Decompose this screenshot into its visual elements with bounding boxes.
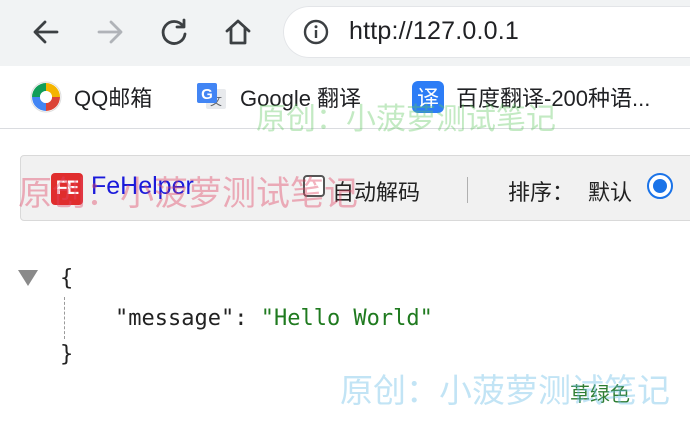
qq-mail-icon [30, 81, 62, 113]
fehelper-title[interactable]: FeHelper [91, 172, 194, 201]
collapse-toggle-icon[interactable] [18, 270, 38, 286]
json-string-value: "Hello World" [260, 306, 433, 331]
auto-decode-checkbox[interactable] [303, 175, 325, 197]
google-translate-icon: 文 G [196, 81, 228, 113]
url-text[interactable]: http://127.0.0.1 [349, 17, 519, 46]
bookmark-label: Google 翻译 [240, 86, 362, 111]
theme-label[interactable]: 草绿色 [570, 378, 630, 407]
baidu-translate-icon: 译 [412, 81, 444, 113]
bookmark-qq-mail[interactable]: QQ邮箱 [30, 80, 152, 114]
arrow-right-icon [97, 20, 123, 44]
address-bar[interactable]: http://127.0.0.1 [283, 6, 690, 58]
fehelper-logo: FE [51, 173, 83, 205]
bookmark-label: 百度翻译-200种语... [456, 86, 651, 111]
arrow-left-icon [33, 20, 59, 44]
toolbar-divider [467, 177, 468, 203]
bookmark-label: QQ邮箱 [74, 86, 153, 111]
json-open-brace: { [60, 266, 74, 291]
indent-guide [64, 297, 65, 339]
auto-decode-label[interactable]: 自动解码 [332, 175, 420, 207]
browser-toolbar: http://127.0.0.1 [0, 0, 690, 66]
sort-label: 排序： [508, 181, 575, 206]
sort-default-label[interactable]: 默认 [588, 175, 632, 207]
json-close-brace: } [60, 342, 74, 367]
json-key: "message" [115, 306, 235, 331]
reload-icon [161, 18, 187, 45]
info-icon[interactable] [303, 19, 329, 45]
home-button[interactable] [220, 14, 256, 50]
json-colon: : [234, 306, 261, 331]
sort-default-radio[interactable] [647, 173, 673, 199]
home-icon [225, 19, 251, 45]
bookmark-baidu-translate[interactable]: 译 百度翻译-200种语... [412, 80, 650, 114]
forward-button[interactable] [92, 14, 128, 50]
bookmarks-bar: QQ邮箱 文 G Google 翻译 译 百度翻译-200种语... [0, 66, 690, 129]
json-property: "message": "Hello World" [115, 306, 433, 331]
reload-button[interactable] [156, 14, 192, 50]
back-button[interactable] [28, 14, 64, 50]
bookmark-google-translate[interactable]: 文 G Google 翻译 [196, 80, 361, 114]
svg-text:G: G [201, 86, 213, 103]
fehelper-toolbar: FE FeHelper 自动解码 排序： 默认 [20, 155, 690, 221]
baidu-translate-glyph: 译 [416, 86, 439, 111]
